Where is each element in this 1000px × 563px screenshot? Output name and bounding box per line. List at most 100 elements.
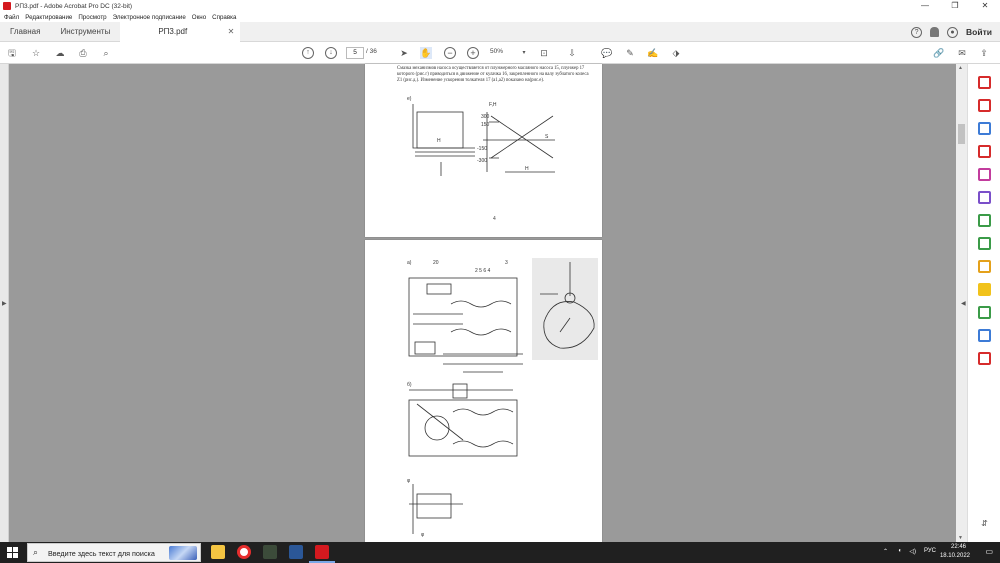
menu-view[interactable]: Просмотр <box>78 14 106 21</box>
share-link-icon[interactable]: 🔗 <box>933 47 945 59</box>
window-title: РП3.pdf - Adobe Acrobat Pro DC (32-bit) <box>15 2 133 10</box>
input-language[interactable]: РУС <box>924 548 936 554</box>
volume-icon[interactable]: ◁) <box>909 548 916 555</box>
toolbar: 🖫 ☆ ☁ ⎙ ⌕ ↑ ↓ 5 / 36 ➤ ✋ − + 50% ▾ ⊡ ⇩ 💬… <box>0 42 1000 64</box>
scroll-mode-icon[interactable]: ⇩ <box>566 47 578 59</box>
comment-icon[interactable]: 💬 <box>601 47 613 59</box>
page-down-icon[interactable]: ↓ <box>325 47 337 59</box>
create-pdf-icon[interactable] <box>978 76 991 89</box>
cam-drawing <box>532 258 598 360</box>
menu-help[interactable]: Справка <box>212 14 236 21</box>
page-total: / 36 <box>366 48 377 55</box>
organize-pages-icon[interactable] <box>978 145 991 158</box>
acrobat-taskbar-icon[interactable] <box>315 545 329 559</box>
tab-document-label: РП3.pdf <box>158 26 188 36</box>
scan-ocr-icon[interactable] <box>978 260 991 273</box>
page-paragraph: Смазка механизмов насоса осуществляется … <box>397 66 589 84</box>
svg-text:F,H: F,H <box>489 102 497 108</box>
svg-text:-150: -150 <box>477 146 487 152</box>
svg-text:2 5 6 4: 2 5 6 4 <box>475 268 491 274</box>
tab-document[interactable]: РП3.pdf ✕ <box>120 21 241 42</box>
tab-tools[interactable]: Инструменты <box>50 22 120 42</box>
notifications-icon[interactable]: ▭ <box>985 547 993 556</box>
windows-start-icon[interactable] <box>7 547 18 558</box>
zoom-out-icon[interactable]: − <box>444 47 456 59</box>
email-icon[interactable]: ✉ <box>956 47 968 59</box>
panel-settings-icon[interactable]: ⇵ <box>978 519 991 532</box>
zoom-in-icon[interactable]: + <box>467 47 479 59</box>
bell-icon[interactable] <box>930 27 940 37</box>
network-icon[interactable]: ◐ <box>898 548 902 554</box>
edit-pdf-icon[interactable] <box>978 168 991 181</box>
page-number-input[interactable]: 5 <box>346 47 364 59</box>
print-icon[interactable]: ⎙ <box>77 47 89 59</box>
compare-files-icon[interactable] <box>978 237 991 250</box>
svg-text:20: 20 <box>433 260 439 266</box>
collapse-right-panel-icon[interactable]: ◀ <box>961 300 966 307</box>
scrollbar-thumb[interactable] <box>958 124 965 144</box>
clock-date[interactable]: 18.10.2022 <box>940 553 970 559</box>
menu-file[interactable]: Файл <box>4 14 19 21</box>
tab-home[interactable]: Главная <box>0 22 50 42</box>
yandex-browser-icon[interactable] <box>237 545 251 559</box>
page-up-icon[interactable]: ↑ <box>302 47 314 59</box>
export-pdf-icon[interactable] <box>978 122 991 135</box>
minimize-button[interactable]: — <box>910 0 940 12</box>
scroll-down-icon[interactable]: ▼ <box>958 535 963 541</box>
maximize-button[interactable]: ❐ <box>940 0 970 12</box>
menu-window[interactable]: Окно <box>192 14 206 21</box>
sign-icon[interactable]: ✍ <box>647 47 659 59</box>
help-icon[interactable]: ? <box>911 26 923 38</box>
word-icon[interactable] <box>289 545 303 559</box>
stamp-icon[interactable]: ⬗ <box>670 47 682 59</box>
window-controls: — ❐ ✕ <box>910 0 1000 12</box>
svg-text:3: 3 <box>505 260 508 266</box>
save-icon[interactable]: 🖫 <box>6 47 18 59</box>
tab-bar: Главная Инструменты РП3.pdf ✕ ? ● Войти <box>0 21 1000 42</box>
close-button[interactable]: ✕ <box>970 0 1000 12</box>
bookmark-star-icon[interactable]: ☆ <box>30 47 42 59</box>
tray-chevron-icon[interactable]: ⌃ <box>883 548 888 555</box>
combine-files-icon[interactable] <box>978 99 991 112</box>
app-icon[interactable] <box>263 545 277 559</box>
upload-cloud-icon[interactable]: ☁ <box>54 47 66 59</box>
page-number: 4 <box>493 216 496 222</box>
zoom-level[interactable]: 50% <box>490 48 520 55</box>
stamp-tool-icon[interactable] <box>978 306 991 319</box>
send-for-signature-icon[interactable] <box>978 214 991 227</box>
scroll-up-icon[interactable]: ▲ <box>958 65 963 71</box>
share-icon[interactable]: ⇪ <box>978 47 990 59</box>
search-highlight-image <box>169 546 197 560</box>
redact-icon[interactable] <box>978 352 991 365</box>
menu-edit[interactable]: Редактирование <box>25 14 72 21</box>
svg-text:S: S <box>545 134 549 140</box>
clock-time[interactable]: 22:46 <box>951 544 966 550</box>
pdf-page-4: Смазка механизмов насоса осуществляется … <box>365 64 602 237</box>
cam-diagram-drawing: e) F,H 300 150 -150 -300 H H S <box>407 96 555 176</box>
account-icon[interactable]: ● <box>947 26 959 38</box>
file-explorer-icon[interactable] <box>211 545 225 559</box>
svg-text:150: 150 <box>481 122 490 128</box>
fill-sign-icon[interactable] <box>978 191 991 204</box>
tab-close-icon[interactable]: ✕ <box>228 22 235 42</box>
svg-text:φ: φ <box>421 532 425 538</box>
menu-bar: Файл Редактирование Просмотр Электронное… <box>0 12 1000 22</box>
title-bar: РП3.pdf - Adobe Acrobat Pro DC (32-bit) … <box>0 0 1000 12</box>
login-button[interactable]: Войти <box>966 27 992 37</box>
zoom-dropdown-icon[interactable]: ▾ <box>518 47 530 59</box>
menu-esign[interactable]: Электронное подписание <box>113 14 186 21</box>
fit-page-icon[interactable]: ⊡ <box>538 47 550 59</box>
taskbar-search-placeholder: Введите здесь текст для поиска <box>48 549 155 558</box>
hand-tool-icon[interactable]: ✋ <box>420 47 432 59</box>
svg-text:-300: -300 <box>477 158 487 164</box>
svg-text:б): б) <box>407 382 412 388</box>
highlight-pen-icon[interactable]: ✎ <box>624 47 636 59</box>
search-icon[interactable]: ⌕ <box>100 47 112 59</box>
select-cursor-icon[interactable]: ➤ <box>398 47 410 59</box>
expand-left-panel-icon[interactable]: ▶ <box>2 300 7 307</box>
comment-tool-icon[interactable] <box>978 283 991 296</box>
acrobat-icon <box>3 2 11 10</box>
protect-icon[interactable] <box>978 329 991 342</box>
svg-text:H: H <box>525 166 529 172</box>
taskbar-search-box[interactable]: ⌕ Введите здесь текст для поиска <box>27 543 201 562</box>
